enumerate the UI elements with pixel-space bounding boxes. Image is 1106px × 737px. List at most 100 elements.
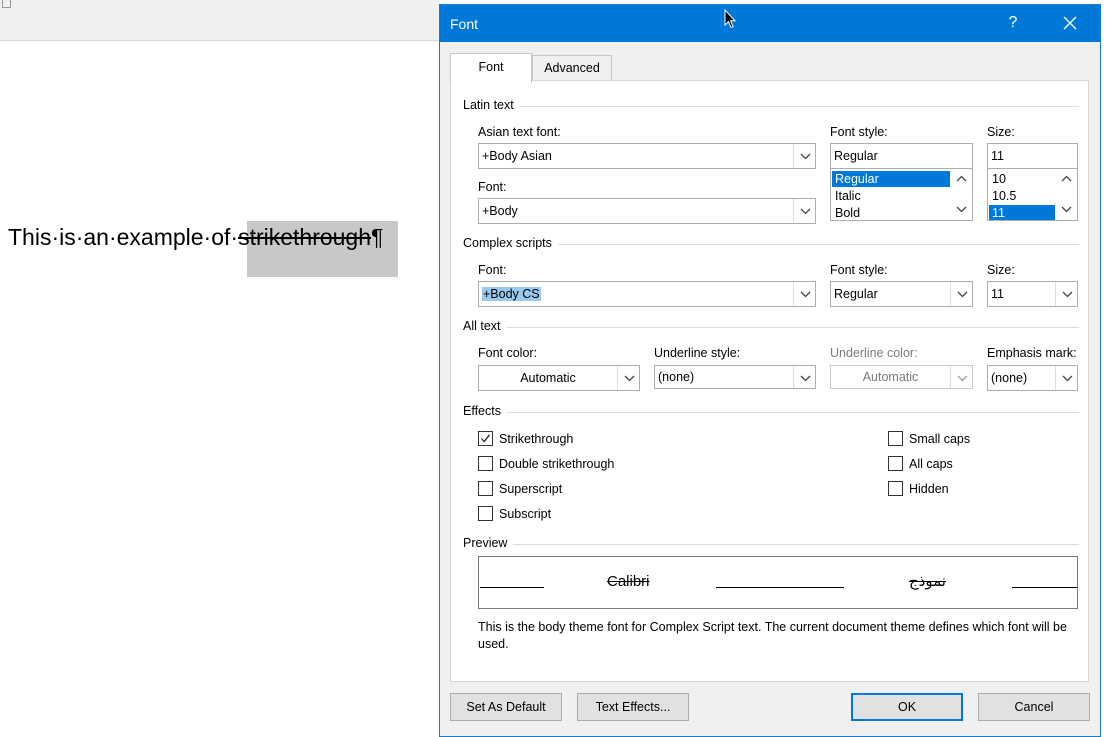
emphasis-mark-combo[interactable]: (none)	[987, 365, 1078, 391]
scroll-up-icon[interactable]	[1061, 175, 1072, 182]
section-divider	[463, 412, 1079, 413]
preview-latin-sample: Calibri	[607, 573, 650, 590]
style-list-scrollbar[interactable]	[952, 169, 972, 220]
strikethrough-checkbox[interactable]	[478, 431, 493, 446]
close-icon	[1063, 16, 1077, 30]
style-option-regular[interactable]: Regular	[832, 171, 950, 187]
latin-style-value: Regular	[834, 149, 878, 163]
chevron-down-icon	[957, 291, 968, 298]
complex-font-combo[interactable]: +Body CS	[478, 281, 816, 307]
superscript-checkbox[interactable]	[478, 481, 493, 496]
set-as-default-button[interactable]: Set As Default	[450, 693, 562, 721]
latin-text-heading: Latin text	[463, 98, 520, 112]
underline-color-dropdown-arrow[interactable]	[950, 366, 972, 388]
latin-style-label: Font style:	[830, 125, 888, 139]
style-option-italic[interactable]: Italic	[832, 188, 950, 204]
cancel-button[interactable]: Cancel	[978, 693, 1090, 721]
checkmark-icon	[481, 434, 491, 443]
section-divider	[463, 106, 1079, 107]
scroll-down-icon[interactable]	[956, 206, 967, 213]
tab-advanced-label: Advanced	[544, 61, 600, 75]
effects-heading: Effects	[463, 404, 507, 418]
chevron-down-icon	[800, 208, 811, 215]
double-strikethrough-checkbox[interactable]	[478, 456, 493, 471]
dialog-title: Font	[450, 16, 479, 32]
font-tab-panel: Latin text Asian text font: +Body Asian …	[450, 80, 1089, 682]
complex-size-dropdown-arrow[interactable]	[1055, 282, 1077, 306]
preview-section: Preview	[463, 536, 1079, 552]
font-color-dropdown-arrow[interactable]	[617, 366, 639, 390]
underline-color-combo[interactable]: Automatic	[830, 365, 973, 389]
font-color-combo[interactable]: Automatic	[478, 365, 640, 391]
size-option-10[interactable]: 10	[989, 171, 1055, 187]
complex-scripts-heading: Complex scripts	[463, 236, 558, 250]
subscript-checkbox[interactable]	[478, 506, 493, 521]
preview-baseline	[1012, 587, 1077, 588]
size-list-scrollbar[interactable]	[1057, 169, 1077, 220]
latin-font-dropdown-arrow[interactable]	[793, 199, 815, 223]
complex-style-combo[interactable]: Regular	[830, 281, 973, 307]
emphasis-mark-label: Emphasis mark:	[987, 346, 1077, 360]
effects-section: Effects	[463, 404, 1079, 420]
complex-style-dropdown-arrow[interactable]	[950, 282, 972, 306]
latin-style-list[interactable]: Regular Italic Bold	[830, 168, 973, 221]
scroll-down-icon[interactable]	[1061, 206, 1072, 213]
close-button[interactable]	[1052, 9, 1088, 37]
font-color-value: Automatic	[520, 371, 576, 385]
double-strikethrough-label[interactable]: Double strikethrough	[499, 457, 614, 471]
small-caps-label[interactable]: Small caps	[909, 432, 970, 446]
selected-strikethrough-text: strikethrough	[238, 224, 372, 250]
complex-scripts-section: Complex scripts	[463, 236, 1079, 252]
chevron-down-icon	[624, 375, 635, 382]
ok-button[interactable]: OK	[851, 693, 963, 721]
document-paragraph[interactable]: This·is·an·example·of·strikethrough¶	[8, 224, 383, 251]
preview-description: This is the body theme font for Complex …	[478, 620, 1067, 651]
text-effects-button[interactable]: Text Effects...	[577, 693, 689, 721]
asian-font-value: +Body Asian	[482, 149, 552, 163]
hidden-checkbox[interactable]	[888, 481, 903, 496]
latin-style-input[interactable]: Regular	[830, 143, 973, 169]
mouse-cursor-icon	[724, 9, 736, 29]
size-option-10-5[interactable]: 10.5	[989, 188, 1055, 204]
strikethrough-label[interactable]: Strikethrough	[499, 432, 573, 446]
chevron-down-icon	[800, 375, 811, 382]
latin-font-combo[interactable]: +Body	[478, 198, 816, 224]
all-caps-checkbox[interactable]	[888, 456, 903, 471]
all-caps-label[interactable]: All caps	[909, 457, 953, 471]
preview-baseline	[480, 587, 544, 588]
font-dialog: Font ? Font Advanced Latin text Asian te…	[439, 4, 1101, 737]
help-button[interactable]: ?	[998, 9, 1028, 37]
asian-font-dropdown-arrow[interactable]	[793, 144, 815, 168]
style-option-bold[interactable]: Bold	[832, 205, 950, 220]
dialog-titlebar[interactable]: Font ?	[440, 5, 1100, 42]
complex-size-value: 11	[991, 287, 1004, 301]
emphasis-mark-dropdown-arrow[interactable]	[1055, 366, 1077, 390]
asian-font-combo[interactable]: +Body Asian	[478, 143, 816, 169]
underline-style-dropdown-arrow[interactable]	[793, 366, 815, 388]
small-caps-checkbox[interactable]	[888, 431, 903, 446]
asian-font-label: Asian text font:	[478, 125, 561, 139]
superscript-label[interactable]: Superscript	[499, 482, 562, 496]
scroll-up-icon[interactable]	[956, 175, 967, 182]
section-divider	[463, 327, 1079, 328]
complex-size-combo[interactable]: 11	[987, 281, 1078, 307]
size-option-11[interactable]: 11	[989, 205, 1055, 220]
tab-font[interactable]: Font	[450, 53, 532, 83]
underline-style-label: Underline style:	[654, 346, 741, 360]
emphasis-mark-value: (none)	[991, 371, 1028, 385]
complex-font-dropdown-arrow[interactable]	[793, 282, 815, 306]
underline-style-combo[interactable]: (none)	[654, 365, 816, 389]
complex-font-value-wrap: +Body CS	[482, 287, 541, 301]
pilcrow-mark: ¶	[371, 224, 384, 250]
latin-size-input[interactable]: 11	[987, 143, 1078, 169]
latin-text-section: Latin text	[463, 98, 1079, 114]
section-divider	[463, 544, 1079, 545]
document-text: This·is·an·example·of·	[8, 224, 239, 250]
underline-style-value: (none)	[658, 370, 695, 384]
subscript-label[interactable]: Subscript	[499, 507, 551, 521]
latin-size-list[interactable]: 10 10.5 11	[987, 168, 1078, 221]
chevron-down-icon	[800, 153, 811, 160]
tab-advanced[interactable]: Advanced	[532, 55, 612, 81]
all-text-section: All text	[463, 319, 1079, 335]
hidden-label[interactable]: Hidden	[909, 482, 949, 496]
